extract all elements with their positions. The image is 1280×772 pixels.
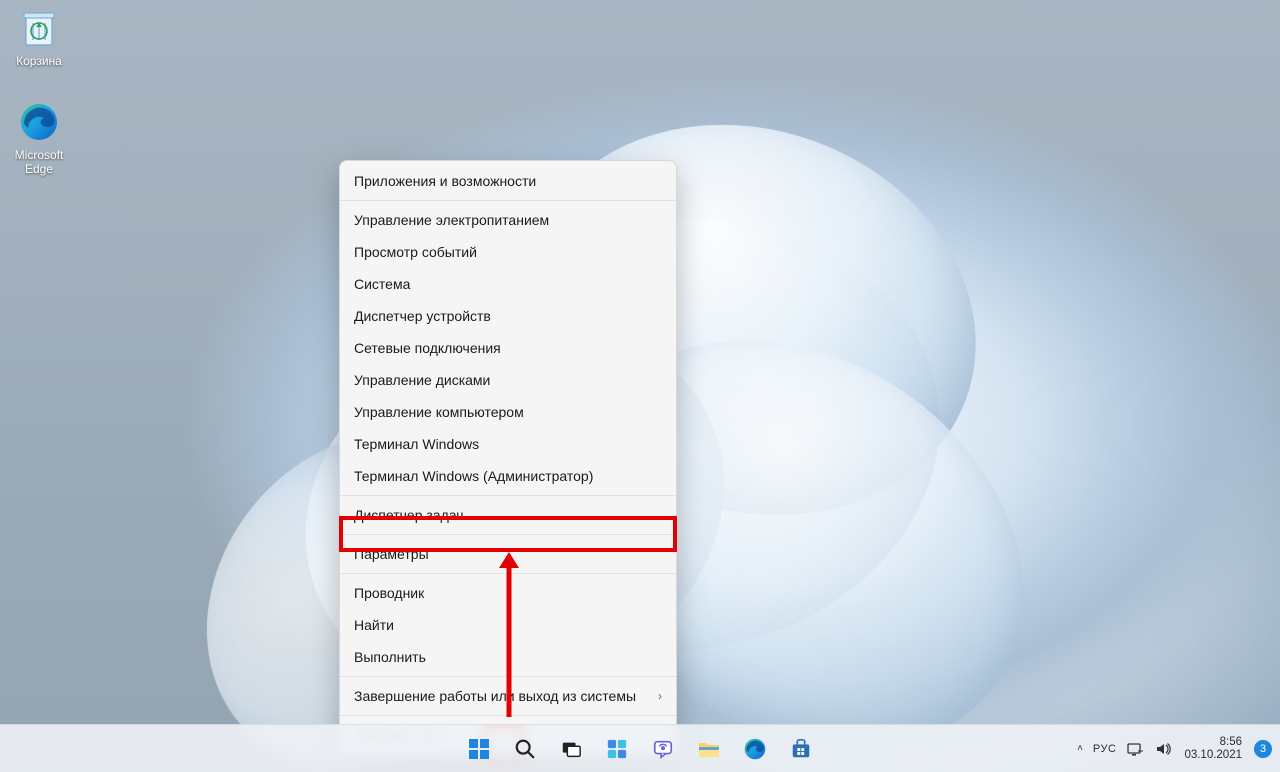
menu-item-windows-terminal-admin[interactable]: Терминал Windows (Администратор) (340, 460, 676, 492)
taskbar: ˄ РУС 8:56 03.10.2021 3 (0, 724, 1280, 772)
widgets-icon (606, 738, 628, 760)
system-tray: ˄ РУС 8:56 03.10.2021 3 (1077, 725, 1272, 772)
windows-start-icon (467, 737, 491, 761)
notification-center-button[interactable]: 3 (1254, 740, 1272, 758)
menu-separator (340, 534, 676, 535)
clock-date: 03.10.2021 (1184, 749, 1242, 762)
menu-item-label: Система (354, 276, 410, 292)
desktop-icon-microsoft-edge[interactable]: Microsoft Edge (3, 100, 75, 176)
menu-item-task-manager[interactable]: Диспетчер задач (340, 499, 676, 531)
menu-item-label: Терминал Windows (Администратор) (354, 468, 593, 484)
chat-button[interactable] (643, 729, 683, 769)
menu-item-apps-features[interactable]: Приложения и возможности (340, 165, 676, 197)
menu-item-event-viewer[interactable]: Просмотр событий (340, 236, 676, 268)
menu-separator (340, 573, 676, 574)
menu-item-label: Найти (354, 617, 394, 633)
edge-icon (743, 737, 767, 761)
desktop-icon-label: Microsoft Edge (3, 148, 75, 176)
menu-item-search[interactable]: Найти (340, 609, 676, 641)
menu-item-network-connections[interactable]: Сетевые подключения (340, 332, 676, 364)
menu-item-label: Параметры (354, 546, 429, 562)
volume-icon[interactable] (1154, 740, 1172, 758)
menu-item-label: Управление компьютером (354, 404, 524, 420)
taskbar-center-apps (459, 729, 821, 769)
menu-item-windows-terminal[interactable]: Терминал Windows (340, 428, 676, 460)
menu-item-label: Завершение работы или выход из системы (354, 688, 636, 704)
taskbar-clock[interactable]: 8:56 03.10.2021 (1182, 736, 1244, 762)
edge-button[interactable] (735, 729, 775, 769)
menu-separator (340, 715, 676, 716)
tray-overflow-button[interactable]: ˄ (1077, 743, 1083, 754)
task-view-icon (560, 738, 582, 760)
edge-icon (17, 100, 61, 144)
network-icon[interactable] (1126, 740, 1144, 758)
desktop-icon-recycle-bin[interactable]: Корзина (3, 6, 75, 68)
menu-item-label: Приложения и возможности (354, 173, 536, 189)
menu-item-label: Управление дисками (354, 372, 490, 388)
menu-item-label: Сетевые подключения (354, 340, 501, 356)
menu-separator (340, 676, 676, 677)
menu-item-label: Просмотр событий (354, 244, 477, 260)
clock-time: 8:56 (1184, 736, 1242, 749)
menu-item-device-manager[interactable]: Диспетчер устройств (340, 300, 676, 332)
menu-item-label: Выполнить (354, 649, 426, 665)
menu-separator (340, 495, 676, 496)
recycle-bin-icon (17, 6, 61, 50)
menu-item-shutdown-signout[interactable]: Завершение работы или выход из системы › (340, 680, 676, 712)
menu-item-disk-management[interactable]: Управление дисками (340, 364, 676, 396)
file-explorer-button[interactable] (689, 729, 729, 769)
menu-item-label: Терминал Windows (354, 436, 479, 452)
chat-icon (652, 738, 674, 760)
chevron-right-icon: › (658, 689, 662, 703)
menu-separator (340, 200, 676, 201)
file-explorer-icon (697, 738, 721, 760)
widgets-button[interactable] (597, 729, 637, 769)
start-button[interactable] (459, 729, 499, 769)
microsoft-store-icon (790, 738, 812, 760)
menu-item-label: Диспетчер устройств (354, 308, 491, 324)
microsoft-store-button[interactable] (781, 729, 821, 769)
menu-item-file-explorer[interactable]: Проводник (340, 577, 676, 609)
menu-item-power-options[interactable]: Управление электропитанием (340, 204, 676, 236)
menu-item-computer-management[interactable]: Управление компьютером (340, 396, 676, 428)
menu-item-system[interactable]: Система (340, 268, 676, 300)
taskbar-search-button[interactable] (505, 729, 545, 769)
menu-item-label: Диспетчер задач (354, 507, 464, 523)
menu-item-run[interactable]: Выполнить (340, 641, 676, 673)
winx-context-menu: Приложения и возможности Управление элект… (339, 160, 677, 756)
task-view-button[interactable] (551, 729, 591, 769)
search-icon (514, 738, 536, 760)
desktop-icon-label: Корзина (3, 54, 75, 68)
menu-item-label: Управление электропитанием (354, 212, 549, 228)
language-indicator[interactable]: РУС (1093, 743, 1117, 755)
menu-item-label: Проводник (354, 585, 424, 601)
menu-item-settings[interactable]: Параметры (340, 538, 676, 570)
